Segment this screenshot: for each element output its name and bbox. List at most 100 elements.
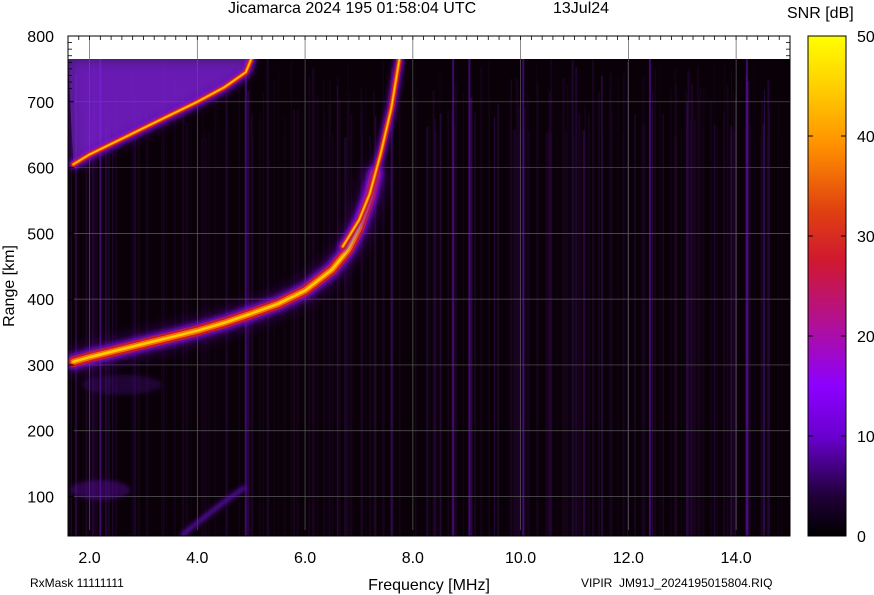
- interference-stripe: [92, 95, 95, 536]
- interference-stripe: [598, 92, 600, 536]
- interference-stripe: [512, 129, 515, 536]
- interference-stripe: [726, 85, 729, 536]
- interference-stripe: [573, 136, 575, 536]
- low-range-blob: [81, 374, 162, 395]
- interference-stripe: [696, 66, 699, 536]
- interference-stripe: [699, 86, 702, 536]
- interference-stripe: [691, 91, 693, 536]
- interference-stripe: [764, 89, 765, 536]
- colorbar-tick-label: 50: [857, 29, 874, 46]
- interference-stripe: [660, 104, 662, 536]
- x-tick-label: 10.0: [505, 550, 536, 567]
- interference-stripe: [102, 136, 104, 536]
- interference-stripe: [489, 107, 491, 536]
- colorbar-tick-label: 0: [857, 529, 866, 546]
- interference-stripe: [617, 78, 619, 536]
- interference-stripe: [108, 115, 110, 536]
- interference-stripe: [439, 71, 441, 536]
- interference-stripe: [777, 100, 779, 536]
- interference-stripe: [514, 130, 517, 536]
- interference-stripe: [251, 118, 253, 536]
- y-tick-label: 200: [27, 424, 54, 441]
- interference-stripe: [323, 78, 325, 536]
- interference-stripe: [571, 60, 574, 536]
- plot-area: [67, 35, 791, 537]
- x-tick-label: 2.0: [78, 550, 100, 567]
- interference-stripe: [575, 67, 578, 536]
- interference-stripe: [76, 110, 79, 536]
- interference-stripe: [297, 88, 299, 536]
- interference-stripe: [550, 59, 553, 536]
- interference-stripe: [716, 125, 719, 536]
- x-tick-label: 14.0: [721, 550, 752, 567]
- interference-stripe: [415, 118, 417, 536]
- interference-stripe: [659, 64, 661, 536]
- interference-stripe: [426, 126, 429, 536]
- ionogram-plot: 2.0 4.0 6.0 8.0 10.0 12.0 14.01002003004005006…: [1, 29, 874, 594]
- interference-stripe: [350, 114, 353, 536]
- colorbar-tick-label: 10: [857, 429, 874, 446]
- interference-stripe: [238, 65, 241, 536]
- interference-stripe: [714, 124, 716, 536]
- interference-stripe: [766, 134, 769, 536]
- interference-stripe: [494, 117, 495, 536]
- interference-stripe: [748, 124, 751, 536]
- interference-stripe: [610, 110, 613, 536]
- colorbar-tick-label: 30: [857, 229, 874, 246]
- low-range-blob: [70, 479, 131, 500]
- interference-stripe: [462, 91, 464, 536]
- colorbar-gradient: [807, 35, 847, 537]
- interference-stripe: [670, 89, 672, 536]
- interference-stripe: [662, 113, 665, 536]
- interference-stripe: [184, 85, 186, 536]
- interference-stripe: [536, 82, 539, 536]
- interference-stripe: [579, 68, 582, 536]
- interference-stripe: [524, 106, 526, 536]
- interference-stripe: [201, 60, 204, 536]
- interference-stripe: [134, 95, 136, 536]
- interference-stripe: [722, 112, 725, 536]
- interference-stripe: [518, 87, 519, 536]
- file-label: VIPIR JM91J_2024195015804.RIQ: [581, 576, 773, 590]
- interference-stripe: [447, 110, 450, 536]
- interference-line: [468, 59, 471, 536]
- x-tick-label: 6.0: [294, 550, 316, 567]
- interference-stripe: [480, 66, 483, 536]
- interference-stripe: [683, 86, 686, 536]
- interference-stripe: [642, 77, 645, 536]
- y-tick-label: 600: [27, 161, 54, 178]
- colorbar-tick-label: 20: [857, 329, 874, 346]
- interference-stripe: [587, 113, 590, 536]
- interference-stripe: [594, 80, 597, 536]
- interference-line: [648, 59, 651, 536]
- interference-stripe: [710, 100, 713, 536]
- interference-line: [522, 59, 525, 536]
- interference-stripe: [692, 104, 695, 536]
- y-tick-label: 400: [27, 292, 54, 309]
- interference-stripe: [331, 133, 333, 536]
- interference-stripe: [685, 92, 687, 536]
- colorbar-tick-label: 40: [857, 129, 874, 146]
- interference-line: [452, 59, 455, 536]
- interference-stripe: [197, 86, 199, 536]
- interference-stripe: [473, 112, 476, 536]
- interference-stripe: [564, 77, 566, 536]
- interference-stripe: [592, 60, 594, 536]
- interference-stripe: [365, 88, 367, 536]
- interference-stripe: [601, 135, 604, 536]
- interference-stripe: [428, 120, 430, 536]
- interference-stripe: [314, 66, 316, 536]
- interference-stripe: [436, 131, 439, 536]
- interference-stripe: [456, 77, 459, 536]
- interference-stripe: [326, 129, 328, 536]
- interference-stripe: [688, 68, 691, 536]
- interference-stripe: [298, 98, 300, 536]
- interference-stripe: [174, 81, 176, 536]
- interference-stripe: [105, 102, 106, 536]
- y-tick-label: 300: [27, 358, 54, 375]
- interference-stripe: [526, 93, 529, 536]
- interference-stripe: [308, 77, 311, 536]
- y-axis-label: Range [km]: [1, 245, 18, 327]
- interference-stripe: [545, 133, 547, 536]
- interference-stripe: [390, 80, 393, 536]
